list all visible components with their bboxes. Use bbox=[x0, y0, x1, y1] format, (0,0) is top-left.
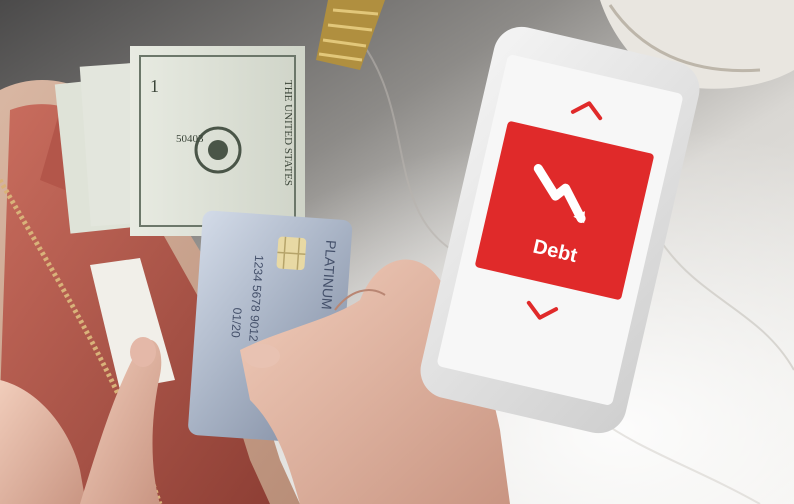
bill-text: THE UNITED STATES bbox=[282, 80, 294, 186]
photo-scene: 1 50403 THE UNITED STATES PLATINUM 1234 … bbox=[0, 0, 794, 504]
dollar-bills: 1 50403 THE UNITED STATES bbox=[54, 46, 305, 236]
bill-denomination: 1 bbox=[150, 76, 159, 96]
stock-photo: 1 50403 THE UNITED STATES PLATINUM 1234 … bbox=[0, 0, 794, 504]
card-expiry: 01/20 bbox=[228, 307, 244, 338]
bill-serial: 50403 bbox=[176, 133, 204, 145]
